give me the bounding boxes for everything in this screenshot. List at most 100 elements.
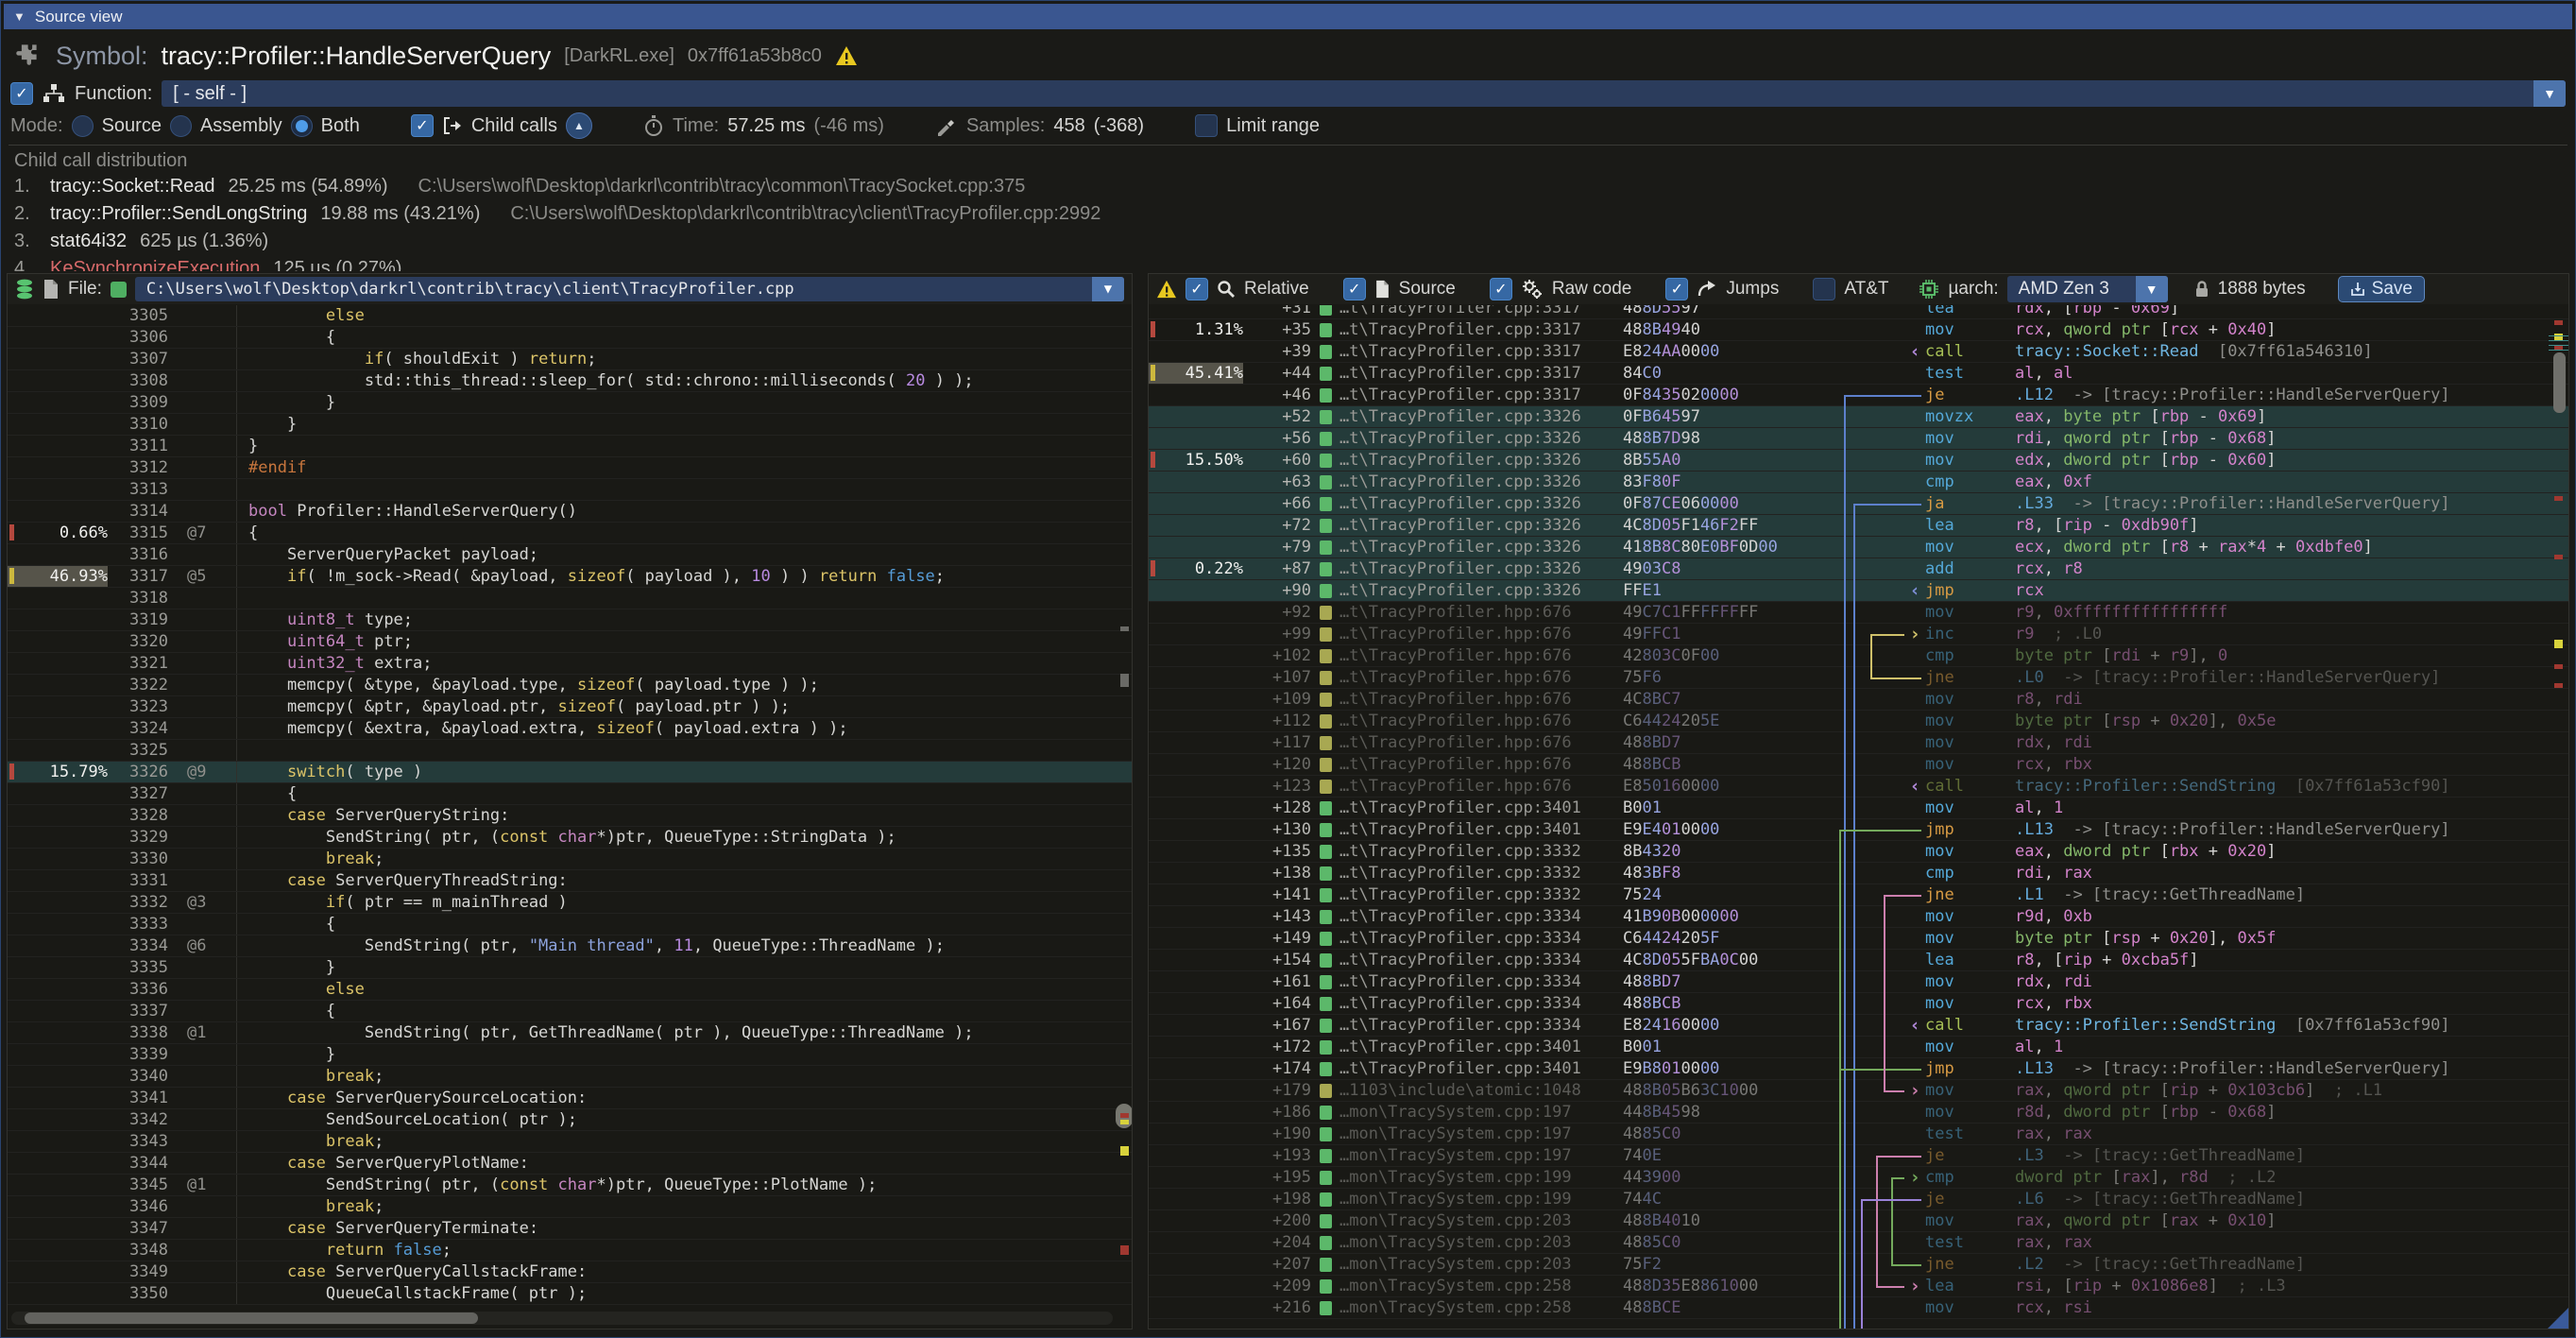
asm-row[interactable]: +107…t\TracyProfiler.hpp:67675F6jne.L0 -…: [1149, 667, 2568, 689]
asm-row[interactable]: +207…mon\TracySystem.cpp:20375F2jne.L2 -…: [1149, 1254, 2568, 1276]
asm-row[interactable]: +39…t\TracyProfiler.cpp:3317E824AA0000‹c…: [1149, 341, 2568, 363]
child-call-entry[interactable]: 4.KeSynchronizeExecution125 µs (0.27%): [14, 258, 2566, 271]
source-row[interactable]: 3314bool Profiler::HandleServerQuery(): [8, 501, 1132, 523]
asm-row[interactable]: +128…t\TracyProfiler.cpp:3401B001moval, …: [1149, 798, 2568, 819]
source-row[interactable]: 3334@6 SendString( ptr, "Main thread", 1…: [8, 935, 1132, 957]
asm-row[interactable]: +204…mon\TracySystem.cpp:2034885C0testra…: [1149, 1232, 2568, 1254]
asm-row[interactable]: +193…mon\TracySystem.cpp:197740Eje.L3 ->…: [1149, 1145, 2568, 1167]
asm-row[interactable]: +200…mon\TracySystem.cpp:203488B4010movr…: [1149, 1210, 2568, 1232]
source-row[interactable]: 3327 {: [8, 783, 1132, 805]
source-row[interactable]: 3308 std::this_thread::sleep_for( std::c…: [8, 370, 1132, 392]
propagate-up-button[interactable]: ▲: [566, 112, 592, 139]
asm-row[interactable]: +52…t\TracyProfiler.cpp:33260FB64597movz…: [1149, 406, 2568, 428]
asm-row[interactable]: 0.22%+87…t\TracyProfiler.cpp:33264903C8a…: [1149, 558, 2568, 580]
source-row[interactable]: 3331 case ServerQueryThreadString:: [8, 870, 1132, 892]
source-row[interactable]: 3338@1 SendString( ptr, GetThreadName( p…: [8, 1022, 1132, 1044]
asm-row[interactable]: +90…t\TracyProfiler.cpp:3326FFE1‹jmprcx: [1149, 580, 2568, 602]
march-combo-arrow-icon[interactable]: ▼: [2136, 276, 2168, 302]
asm-row[interactable]: +198…mon\TracySystem.cpp:199744Cje.L6 ->…: [1149, 1189, 2568, 1210]
source-row[interactable]: 3319 uint8_t type;: [8, 609, 1132, 631]
source-row[interactable]: 3311}: [8, 436, 1132, 457]
source-row[interactable]: 3349 case ServerQueryCallstackFrame:: [8, 1261, 1132, 1283]
source-row[interactable]: 3330 break;: [8, 849, 1132, 870]
function-combo[interactable]: [ - self - ] ▼: [162, 80, 2566, 107]
source-checkbox[interactable]: ✓: [1343, 278, 1366, 300]
asm-row[interactable]: +63…t\TracyProfiler.cpp:332683F80Fcmpeax…: [1149, 472, 2568, 493]
source-row[interactable]: 3323 memcpy( &ptr, &payload.ptr, sizeof(…: [8, 696, 1132, 718]
source-row[interactable]: 3309 }: [8, 392, 1132, 414]
source-row[interactable]: 3320 uint64_t ptr;: [8, 631, 1132, 653]
asm-row[interactable]: +143…t\TracyProfiler.cpp:333441B90B00000…: [1149, 906, 2568, 928]
asm-row[interactable]: +117…t\TracyProfiler.hpp:676488BD7movrdx…: [1149, 732, 2568, 754]
source-row[interactable]: 3348 return false;: [8, 1240, 1132, 1261]
radio-source[interactable]: [72, 115, 94, 137]
asm-row[interactable]: +179…1103\include\atomic:1048488B05B63C1…: [1149, 1080, 2568, 1102]
att-checkbox[interactable]: ✓: [1813, 278, 1835, 300]
radio-both[interactable]: [291, 115, 313, 137]
asm-row[interactable]: +190…mon\TracySystem.cpp:1974885C0testra…: [1149, 1124, 2568, 1145]
asm-row[interactable]: +138…t\TracyProfiler.cpp:3332483BF8cmprd…: [1149, 863, 2568, 884]
asm-row[interactable]: 45.41%+44…t\TracyProfiler.cpp:331784C0te…: [1149, 363, 2568, 385]
source-row[interactable]: 15.79%3326@9 switch( type ): [8, 762, 1132, 783]
source-row[interactable]: 3307 if( shouldExit ) return;: [8, 349, 1132, 370]
source-row[interactable]: 3332@3 if( ptr == m_mainThread ): [8, 892, 1132, 914]
source-row[interactable]: 3346 break;: [8, 1196, 1132, 1218]
asm-row[interactable]: +174…t\TracyProfiler.cpp:3401E9B8010000j…: [1149, 1058, 2568, 1080]
limit-range-checkbox[interactable]: ✓: [1195, 114, 1218, 137]
child-calls-checkbox[interactable]: ✓: [411, 114, 434, 137]
resize-grip[interactable]: [2548, 1308, 2568, 1329]
source-row[interactable]: 3341 case ServerQuerySourceLocation:: [8, 1088, 1132, 1109]
source-row[interactable]: 3306 {: [8, 327, 1132, 349]
asm-row[interactable]: +135…t\TracyProfiler.cpp:33328B4320movea…: [1149, 841, 2568, 863]
asm-row[interactable]: +186…mon\TracySystem.cpp:197448B4598movr…: [1149, 1102, 2568, 1124]
asm-row[interactable]: +120…t\TracyProfiler.hpp:676488BCBmovrcx…: [1149, 754, 2568, 776]
source-row[interactable]: 3312#endif: [8, 457, 1132, 479]
source-row[interactable]: 3340 break;: [8, 1066, 1132, 1088]
source-row[interactable]: 3333 {: [8, 914, 1132, 935]
source-row[interactable]: 3335 }: [8, 957, 1132, 979]
asm-row[interactable]: +109…t\TracyProfiler.hpp:6764C8BC7movr8,…: [1149, 689, 2568, 711]
asm-row[interactable]: +79…t\TracyProfiler.cpp:3326418B8C80E0BF…: [1149, 537, 2568, 558]
source-hscrollbar[interactable]: [11, 1312, 1113, 1325]
save-button[interactable]: Save: [2338, 276, 2425, 302]
source-row[interactable]: 3313: [8, 479, 1132, 501]
source-row[interactable]: 3325: [8, 740, 1132, 762]
source-row[interactable]: 3316 ServerQueryPacket payload;: [8, 544, 1132, 566]
source-row[interactable]: 3322 memcpy( &type, &payload.type, sizeo…: [8, 675, 1132, 696]
file-combo[interactable]: C:\Users\wolf\Desktop\darkrl\contrib\tra…: [135, 277, 1124, 301]
asm-row[interactable]: +112…t\TracyProfiler.hpp:676C64424205Emo…: [1149, 711, 2568, 732]
relative-checkbox[interactable]: ✓: [1186, 278, 1208, 300]
source-vscroll-marks[interactable]: [1118, 305, 1131, 1310]
asm-row[interactable]: +209…mon\TracySystem.cpp:258488D35E88610…: [1149, 1276, 2568, 1297]
source-row[interactable]: 3350 QueueCallstackFrame( ptr );: [8, 1283, 1132, 1305]
asm-row[interactable]: +72…t\TracyProfiler.cpp:33264C8D05F146F2…: [1149, 515, 2568, 537]
asm-row[interactable]: +141…t\TracyProfiler.cpp:33327524jne.L1 …: [1149, 884, 2568, 906]
asm-row[interactable]: +56…t\TracyProfiler.cpp:3326488B7D98movr…: [1149, 428, 2568, 450]
asm-row[interactable]: +46…t\TracyProfiler.cpp:33170F8435020000…: [1149, 385, 2568, 406]
source-row[interactable]: 3328 case ServerQueryString:: [8, 805, 1132, 827]
radio-assembly[interactable]: [170, 115, 192, 137]
function-combo-arrow-icon[interactable]: ▼: [2533, 80, 2566, 107]
child-call-entry[interactable]: 3.stat64i32625 µs (1.36%): [14, 231, 2566, 258]
file-combo-arrow-icon[interactable]: ▼: [1092, 277, 1124, 301]
asm-row[interactable]: +102…t\TracyProfiler.hpp:67642803C0F00cm…: [1149, 645, 2568, 667]
source-row[interactable]: 3329 SendString( ptr, (const char*)ptr, …: [8, 827, 1132, 849]
asm-row[interactable]: +123…t\TracyProfiler.hpp:676E850160000‹c…: [1149, 776, 2568, 798]
asm-row[interactable]: +167…t\TracyProfiler.cpp:3334E824160000‹…: [1149, 1015, 2568, 1037]
jumps-checkbox[interactable]: ✓: [1665, 278, 1688, 300]
source-row[interactable]: 3318: [8, 588, 1132, 609]
source-row[interactable]: 0.66%3315@7{: [8, 523, 1132, 544]
source-row[interactable]: 3337 {: [8, 1001, 1132, 1022]
march-combo[interactable]: AMD Zen 3 ▼: [2007, 276, 2168, 302]
source-row[interactable]: 3342 SendSourceLocation( ptr );: [8, 1109, 1132, 1131]
source-row[interactable]: 3305 else: [8, 305, 1132, 327]
asm-row[interactable]: +195…mon\TracySystem.cpp:199443900›cmpdw…: [1149, 1167, 2568, 1189]
asm-row[interactable]: +149…t\TracyProfiler.cpp:3334C64424205Fm…: [1149, 928, 2568, 950]
asm-row[interactable]: +154…t\TracyProfiler.cpp:33344C8D055FBA0…: [1149, 950, 2568, 971]
asm-row[interactable]: 1.31%+35…t\TracyProfiler.cpp:3317488B494…: [1149, 319, 2568, 341]
source-row[interactable]: 3324 memcpy( &extra, &payload.extra, siz…: [8, 718, 1132, 740]
asm-row[interactable]: +99…t\TracyProfiler.hpp:67649FFC1›incr9 …: [1149, 624, 2568, 645]
source-row[interactable]: 3343 break;: [8, 1131, 1132, 1153]
assembly-vscrollbar[interactable]: [2552, 307, 2567, 1323]
asm-row[interactable]: +164…t\TracyProfiler.cpp:3334488BCBmovrc…: [1149, 993, 2568, 1015]
